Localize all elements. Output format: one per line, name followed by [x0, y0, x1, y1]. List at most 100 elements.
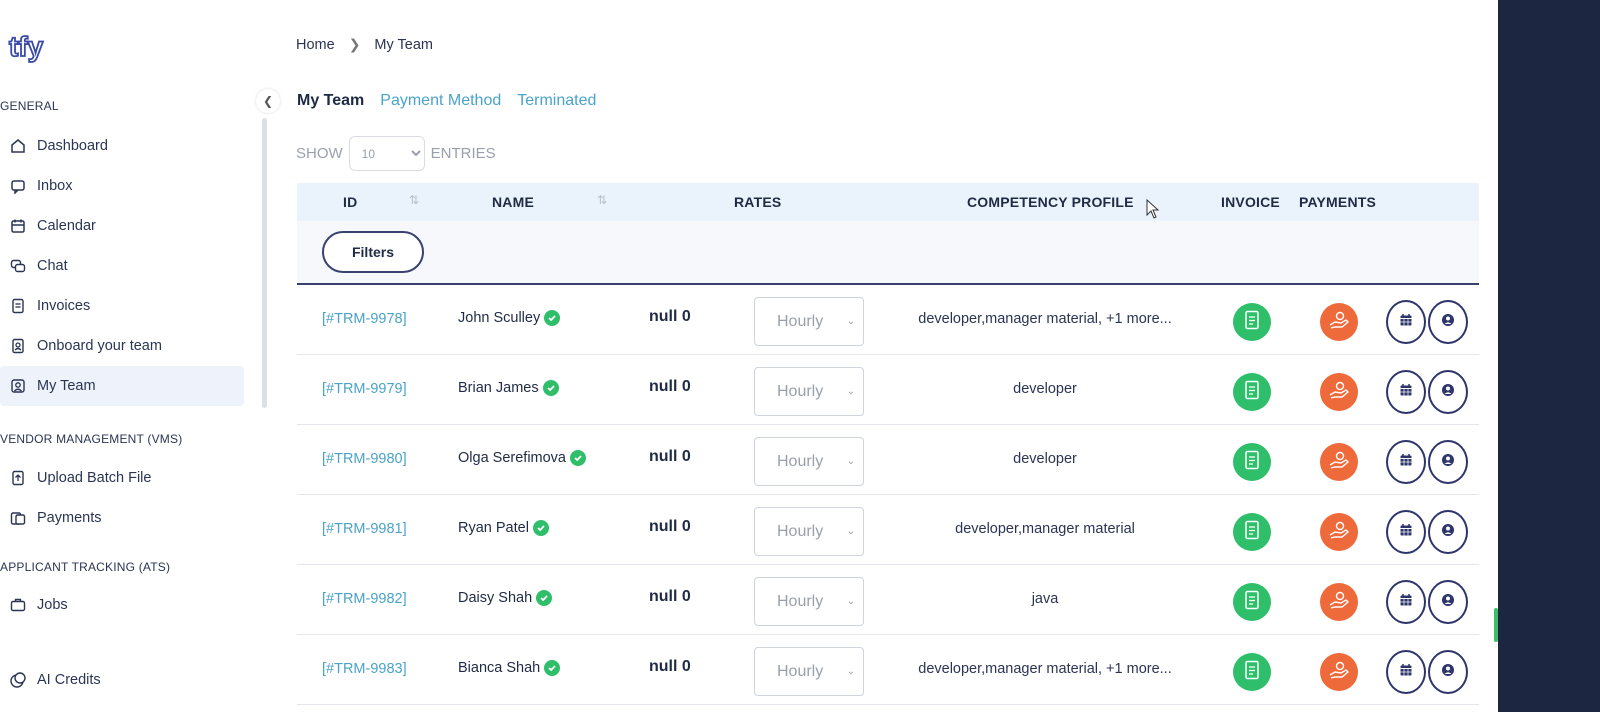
invoice-button[interactable]: [1233, 373, 1271, 411]
sidebar-item-label: Invoices: [37, 298, 91, 314]
sidebar-item-invoices[interactable]: Invoices: [0, 286, 244, 326]
schedule-button[interactable]: [1386, 370, 1426, 414]
rate-value: null 0: [649, 658, 691, 675]
table-row: [#TRM-9982] Daisy Shah null 0 Hourly ⌄ java: [297, 566, 1479, 635]
sort-icon[interactable]: ⇅: [409, 193, 419, 207]
payment-hand-icon: [1328, 590, 1350, 615]
mouse-cursor-icon: [1146, 199, 1160, 219]
sidebar-item-jobs[interactable]: Jobs: [0, 585, 244, 625]
sidebar-item-chat[interactable]: Chat: [0, 246, 244, 286]
table-header: ID ⇅ NAME ⇅ RATES COMPETENCY PROFILE INV…: [297, 183, 1479, 221]
sidebar-item-my-team[interactable]: My Team: [0, 366, 244, 406]
sidebar-item-calendar[interactable]: Calendar: [0, 206, 244, 246]
section-vms: VENDOR MANAGEMENT (VMS): [0, 432, 183, 446]
profile-button[interactable]: [1428, 510, 1468, 554]
rate-type-select[interactable]: Hourly ⌄: [754, 647, 864, 696]
rate-type-select[interactable]: Hourly ⌄: [754, 367, 864, 416]
profile-button[interactable]: [1428, 650, 1468, 694]
user-profile-icon: [1441, 593, 1455, 612]
rate-type-value: Hourly: [777, 662, 824, 680]
competency-profile[interactable]: developer,manager material: [890, 521, 1200, 537]
profile-button[interactable]: [1428, 580, 1468, 624]
invoice-button[interactable]: [1233, 583, 1271, 621]
invoice-button[interactable]: [1233, 513, 1271, 551]
competency-profile[interactable]: developer,manager material, +1 more...: [890, 311, 1200, 327]
tab-terminated[interactable]: Terminated: [517, 92, 596, 110]
member-name: Bianca Shah: [458, 660, 561, 676]
schedule-button[interactable]: [1386, 300, 1426, 344]
logo-text: tfy: [9, 31, 44, 62]
schedule-button[interactable]: [1386, 440, 1426, 484]
member-id-link[interactable]: [#TRM-9981]: [322, 521, 407, 537]
rate-value: null 0: [649, 378, 691, 395]
payment-button[interactable]: [1320, 513, 1358, 551]
payment-button[interactable]: [1320, 303, 1358, 341]
profile-button[interactable]: [1428, 440, 1468, 484]
column-header-id[interactable]: ID: [343, 194, 357, 210]
competency-profile[interactable]: developer: [890, 381, 1200, 397]
schedule-button[interactable]: [1386, 580, 1426, 624]
payment-hand-icon: [1328, 380, 1350, 405]
member-id-link[interactable]: [#TRM-9983]: [322, 661, 407, 677]
payment-button[interactable]: [1320, 443, 1358, 481]
schedule-button[interactable]: [1386, 650, 1426, 694]
rate-value: null 0: [649, 588, 691, 605]
sidebar-item-upload-batch[interactable]: Upload Batch File: [0, 458, 244, 498]
rate-type-select[interactable]: Hourly ⌄: [754, 577, 864, 626]
rate-type-select[interactable]: Hourly ⌄: [754, 297, 864, 346]
invoice-doc-icon: [1244, 590, 1260, 615]
tab-my-team[interactable]: My Team: [297, 92, 364, 110]
member-name-text: Daisy Shah: [458, 590, 533, 606]
competency-profile[interactable]: java: [890, 591, 1200, 607]
briefcase-icon: [8, 595, 28, 615]
calendar-icon: [1399, 313, 1413, 332]
sidebar-item-payments[interactable]: Payments: [0, 498, 244, 538]
invoice-button[interactable]: [1233, 443, 1271, 481]
payment-button[interactable]: [1320, 583, 1358, 621]
member-id-link[interactable]: [#TRM-9980]: [322, 451, 407, 467]
breadcrumb-home[interactable]: Home: [296, 37, 335, 53]
edge-tab[interactable]: [1494, 608, 1498, 642]
rate-type-value: Hourly: [777, 312, 824, 330]
rate-type-select[interactable]: Hourly ⌄: [754, 437, 864, 486]
sidebar-scrollbar[interactable]: [262, 118, 267, 408]
member-name-text: Bianca Shah: [458, 660, 541, 676]
verified-check-icon: [544, 660, 561, 676]
chevron-left-icon: ❮: [262, 94, 274, 108]
member-name: Daisy Shah: [458, 590, 553, 606]
user-profile-icon: [1441, 523, 1455, 542]
profile-button[interactable]: [1428, 370, 1468, 414]
schedule-button[interactable]: [1386, 510, 1426, 554]
entries-select[interactable]: 10: [348, 136, 425, 171]
member-id-link[interactable]: [#TRM-9982]: [322, 591, 407, 607]
message-icon: [8, 176, 28, 196]
calendar-icon: [1399, 523, 1413, 542]
filters-button[interactable]: Filters: [322, 231, 424, 273]
competency-profile[interactable]: developer: [890, 451, 1200, 467]
invoice-button[interactable]: [1233, 303, 1271, 341]
sidebar-item-dashboard[interactable]: Dashboard: [0, 126, 244, 166]
rate-type-select[interactable]: Hourly ⌄: [754, 507, 864, 556]
rate-type-value: Hourly: [777, 452, 824, 470]
competency-profile[interactable]: developer,manager material, +1 more...: [890, 661, 1200, 677]
collapse-sidebar-button[interactable]: ❮: [256, 89, 280, 113]
profile-button[interactable]: [1428, 300, 1468, 344]
member-id-link[interactable]: [#TRM-9979]: [322, 381, 407, 397]
sidebar-item-ai-credits[interactable]: AI Credits: [0, 660, 244, 700]
tfy-logo[interactable]: tfy: [8, 30, 56, 70]
member-id-link[interactable]: [#TRM-9978]: [322, 311, 407, 327]
verified-check-icon: [536, 590, 553, 606]
column-header-name[interactable]: NAME: [492, 194, 534, 210]
sidebar-item-label: Onboard your team: [37, 338, 162, 354]
payment-button[interactable]: [1320, 373, 1358, 411]
sort-icon[interactable]: ⇅: [597, 193, 607, 207]
invoice-button[interactable]: [1233, 653, 1271, 691]
payment-hand-icon: [1328, 520, 1350, 545]
rate-value: null 0: [649, 308, 691, 325]
sidebar-item-onboard[interactable]: Onboard your team: [0, 326, 244, 366]
payment-button[interactable]: [1320, 653, 1358, 691]
payment-hand-icon: [1328, 450, 1350, 475]
tab-payment-method[interactable]: Payment Method: [380, 92, 501, 110]
sidebar-item-inbox[interactable]: Inbox: [0, 166, 244, 206]
member-name-text: Ryan Patel: [458, 520, 529, 536]
